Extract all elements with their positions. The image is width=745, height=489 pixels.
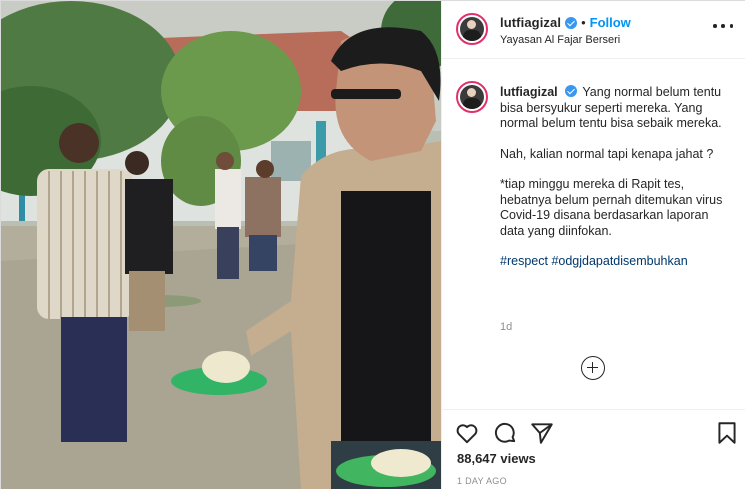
paper-plane-icon[interactable] — [529, 420, 555, 446]
post-photo[interactable] — [1, 1, 441, 489]
caption-paragraph-2: Nah, kalian normal tapi kenapa jahat ? — [500, 146, 714, 161]
location-link[interactable]: Yayasan Al Fajar Berseri — [500, 34, 620, 46]
caption-username[interactable]: lutfiagizal — [500, 85, 558, 99]
bookmark-icon[interactable] — [714, 420, 740, 446]
author-avatar[interactable] — [456, 13, 488, 45]
comments-section: lutfiagizal Yang normal belum tentu bisa… — [442, 59, 745, 409]
caption-paragraph-3: *tiap minggu mereka di Rapit tes, hebatn… — [500, 177, 723, 238]
hashtag-link[interactable]: #odgjdapatdisembuhkan — [551, 254, 687, 268]
caption-age: 1d — [500, 321, 513, 333]
view-count[interactable]: 88,647 views — [457, 451, 536, 466]
caption-avatar[interactable] — [456, 81, 488, 113]
heart-icon[interactable] — [454, 420, 480, 446]
comment-icon[interactable] — [492, 420, 518, 446]
author-username[interactable]: lutfiagizal — [500, 15, 561, 30]
instagram-post-frame: lutfiagizal • Follow Yayasan Al Fajar Be… — [0, 0, 745, 489]
post-actions: 88,647 views 1 DAY AGO — [442, 409, 745, 489]
post-side-panel: lutfiagizal • Follow Yayasan Al Fajar Be… — [441, 1, 745, 489]
caption-paragraph-1: lutfiagizal Yang normal belum tentu bisa… — [500, 85, 730, 132]
avatar-image — [460, 17, 484, 41]
separator-dot: • — [581, 15, 586, 30]
post-timestamp[interactable]: 1 DAY AGO — [457, 476, 507, 486]
avatar-image — [460, 85, 484, 109]
verified-badge-icon — [565, 16, 578, 29]
more-options-icon[interactable] — [713, 19, 733, 33]
post-caption: lutfiagizal Yang normal belum tentu bisa… — [500, 85, 730, 270]
follow-button[interactable]: Follow — [590, 15, 631, 30]
verified-badge-icon — [565, 85, 578, 97]
caption-hashtags: #respect #odgjdapatdisembuhkan — [500, 254, 730, 270]
author-row: lutfiagizal • Follow — [500, 15, 631, 30]
plus-circle-icon[interactable] — [581, 356, 605, 380]
hashtag-link[interactable]: #respect — [500, 254, 548, 268]
post-header: lutfiagizal • Follow Yayasan Al Fajar Be… — [442, 1, 745, 59]
photo-illustration — [1, 1, 441, 489]
